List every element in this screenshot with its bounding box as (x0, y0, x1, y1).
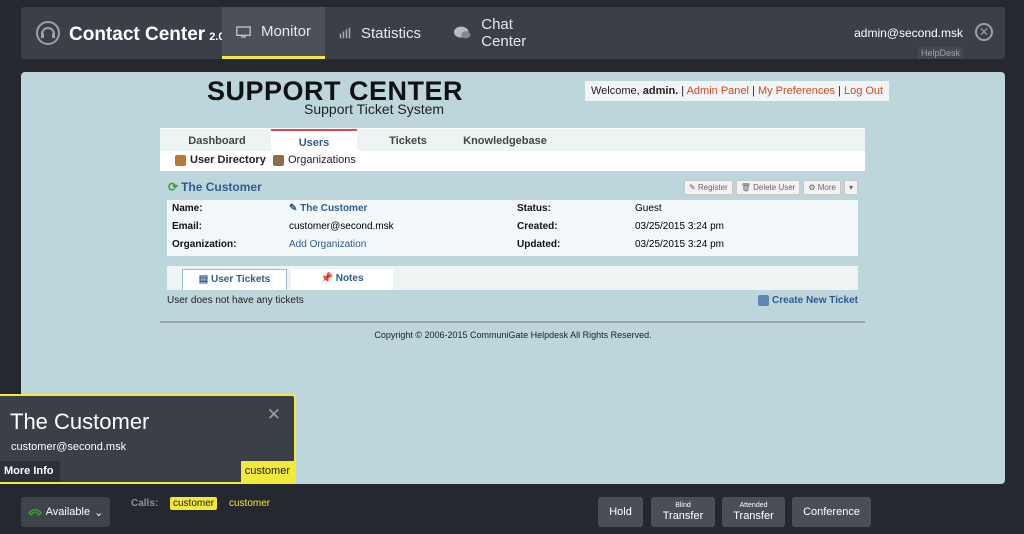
active-call-chip[interactable]: customer (170, 497, 218, 510)
tab-chat-center[interactable]: Chat Center (439, 7, 569, 59)
monitor-icon (236, 25, 251, 38)
email-label: Email: (172, 221, 203, 232)
top-bar: Contact Center 2.0 Monitor Statistics Cha… (21, 7, 1005, 59)
tab-tickets[interactable]: Tickets (366, 129, 450, 152)
no-tickets-message: User does not have any tickets (167, 295, 304, 306)
new-ticket-icon (758, 295, 770, 306)
tab-monitor[interactable]: Monitor (222, 7, 325, 59)
conference-button[interactable]: Conference (792, 497, 871, 527)
tab-users[interactable]: Users (271, 129, 357, 152)
create-new-ticket-link[interactable]: Create New Ticket (758, 295, 858, 306)
admin-panel-link[interactable]: Admin Panel (687, 85, 749, 97)
more-button[interactable]: ⚙ More (803, 180, 841, 195)
tab-monitor-label: Monitor (260, 23, 311, 40)
caller-name: The Customer (10, 409, 150, 434)
attended-transfer-button[interactable]: Attended Transfer (722, 497, 785, 527)
updated-label: Updated: (517, 239, 561, 250)
created-value: 03/25/2015 3:24 pm (635, 221, 724, 232)
helpdesk-tag: HelpDesk (917, 47, 963, 59)
call-chip[interactable]: customer (229, 498, 270, 509)
tab-statistics-label: Statistics (360, 24, 421, 42)
user-directory-link[interactable]: User Directory (175, 154, 266, 166)
chevron-down-icon: ⌄ (94, 506, 104, 519)
user-actions: ✎ Register 🗑 Delete User ⚙ More ▾ (683, 180, 858, 195)
tab-chat-center-label: Chat Center (481, 16, 527, 50)
welcome-bar: Welcome, admin. | Admin Panel | My Prefe… (585, 81, 890, 101)
status-label: Status: (517, 203, 551, 214)
user-info-table: Name: ✎ The Customer Status: Guest Email… (167, 200, 858, 256)
phone-icon (27, 508, 42, 517)
customer-title: ⟳ The Customer (168, 180, 262, 194)
updated-value: 03/25/2015 3:24 pm (635, 239, 724, 250)
log-out-link[interactable]: Log Out (844, 85, 883, 97)
organization-icon (273, 154, 284, 166)
bar-chart-icon (339, 27, 351, 39)
my-preferences-link[interactable]: My Preferences (758, 85, 835, 97)
organization-label: Organization: (172, 239, 237, 250)
hold-button[interactable]: Hold (598, 497, 643, 527)
created-label: Created: (517, 221, 558, 232)
chat-bubbles-icon (453, 26, 471, 39)
add-organization-link[interactable]: Add Organization (289, 239, 366, 250)
brand-subtitle: Support Ticket System (304, 101, 445, 117)
register-button[interactable]: ✎ Register (683, 180, 733, 195)
tab-dashboard[interactable]: Dashboard (162, 129, 272, 152)
user-panel: ⟳ The Customer ✎ Register 🗑 Delete User ⚙… (160, 171, 865, 325)
more-info-button[interactable]: More Info (0, 461, 60, 482)
app-title: Contact Center 2.0 (69, 24, 225, 45)
delete-user-button[interactable]: 🗑 Delete User (735, 180, 801, 195)
status-value: Guest (635, 203, 662, 214)
footer-divider (160, 321, 865, 323)
user-subtabs: ▤ User Tickets 📌 Notes (167, 266, 858, 290)
headset-logo-icon (36, 21, 60, 45)
users-icon (175, 154, 186, 166)
organizations-link[interactable]: Organizations (273, 154, 356, 166)
tab-notes[interactable]: 📌 Notes (291, 269, 393, 290)
name-label: Name: (172, 203, 203, 214)
refresh-icon[interactable]: ⟳ (168, 180, 178, 194)
more-dropdown-toggle[interactable]: ▾ (843, 180, 858, 195)
tab-knowledgebase[interactable]: Knowledgebase (450, 129, 560, 152)
helpdesk-tabs: Dashboard Users Tickets Knowledgebase (160, 128, 865, 152)
caller-email: customer@second.msk (11, 441, 127, 453)
name-value-link[interactable]: ✎ The Customer (289, 203, 367, 214)
caller-popup: The Customer ✕ customer@second.msk More … (0, 394, 296, 484)
tab-statistics[interactable]: Statistics (325, 7, 435, 59)
tab-user-tickets[interactable]: ▤ User Tickets (182, 269, 287, 290)
calls-label: Calls: (131, 498, 159, 509)
email-value: customer@second.msk (289, 221, 394, 232)
blind-transfer-button[interactable]: Blind Transfer (651, 497, 715, 527)
current-user: admin@second.msk (854, 26, 963, 40)
caller-tag: customer (240, 461, 294, 482)
close-icon[interactable]: ✕ (267, 405, 281, 425)
close-icon[interactable]: ✕ (975, 23, 993, 41)
availability-dropdown[interactable]: Available ⌄ (21, 497, 110, 527)
copyright: Copyright © 2006-2015 CommuniGate Helpde… (374, 330, 652, 340)
users-subnav: User Directory Organizations (160, 151, 865, 171)
